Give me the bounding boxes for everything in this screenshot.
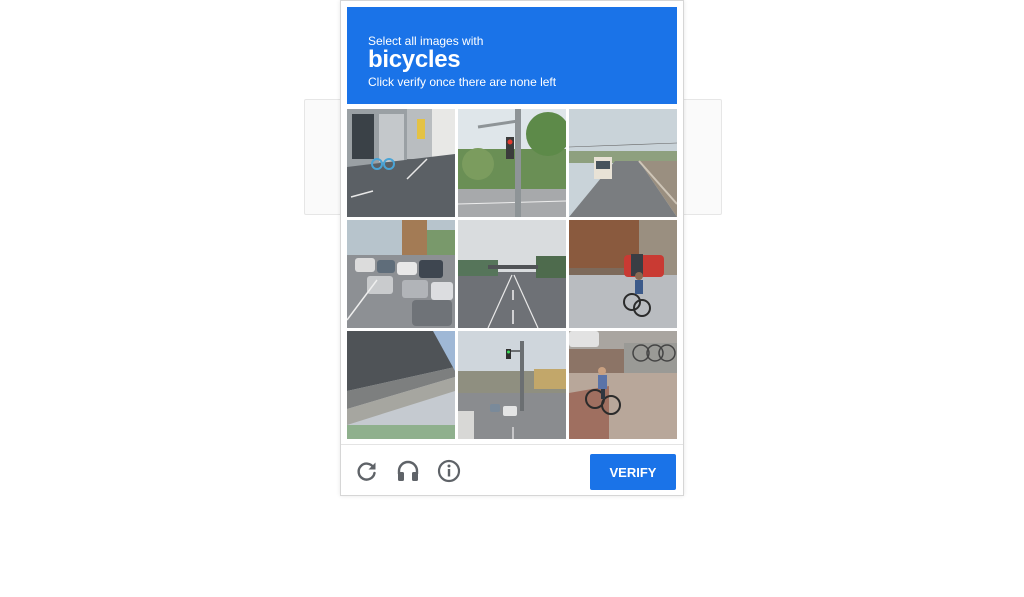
tile-image bbox=[569, 331, 677, 439]
verify-button[interactable]: VERIFY bbox=[590, 454, 676, 490]
challenge-footer: VERIFY bbox=[341, 444, 683, 496]
tile-image bbox=[458, 220, 566, 328]
tile-image bbox=[569, 109, 677, 217]
image-tile-8[interactable] bbox=[458, 331, 566, 439]
image-tile-2[interactable] bbox=[458, 109, 566, 217]
instruction-subtext: Click verify once there are none left bbox=[368, 75, 557, 89]
headphones-icon[interactable] bbox=[395, 458, 421, 484]
image-tile-5[interactable] bbox=[458, 220, 566, 328]
info-icon[interactable] bbox=[436, 458, 462, 484]
challenge-header: Select all images with bicycles Click ve… bbox=[347, 7, 677, 104]
tile-image bbox=[458, 331, 566, 439]
target-keyword: bicycles bbox=[368, 46, 461, 73]
image-tile-6[interactable] bbox=[569, 220, 677, 328]
tile-image bbox=[458, 109, 566, 217]
image-grid bbox=[347, 109, 677, 439]
recaptcha-challenge-dialog: Select all images with bicycles Click ve… bbox=[340, 0, 684, 496]
reload-icon[interactable] bbox=[354, 458, 380, 484]
image-tile-3[interactable] bbox=[569, 109, 677, 217]
tile-image bbox=[347, 331, 455, 439]
image-tile-9[interactable] bbox=[569, 331, 677, 439]
tile-image bbox=[347, 109, 455, 217]
tile-image bbox=[347, 220, 455, 328]
tile-image bbox=[569, 220, 677, 328]
image-tile-4[interactable] bbox=[347, 220, 455, 328]
image-tile-7[interactable] bbox=[347, 331, 455, 439]
image-tile-1[interactable] bbox=[347, 109, 455, 217]
